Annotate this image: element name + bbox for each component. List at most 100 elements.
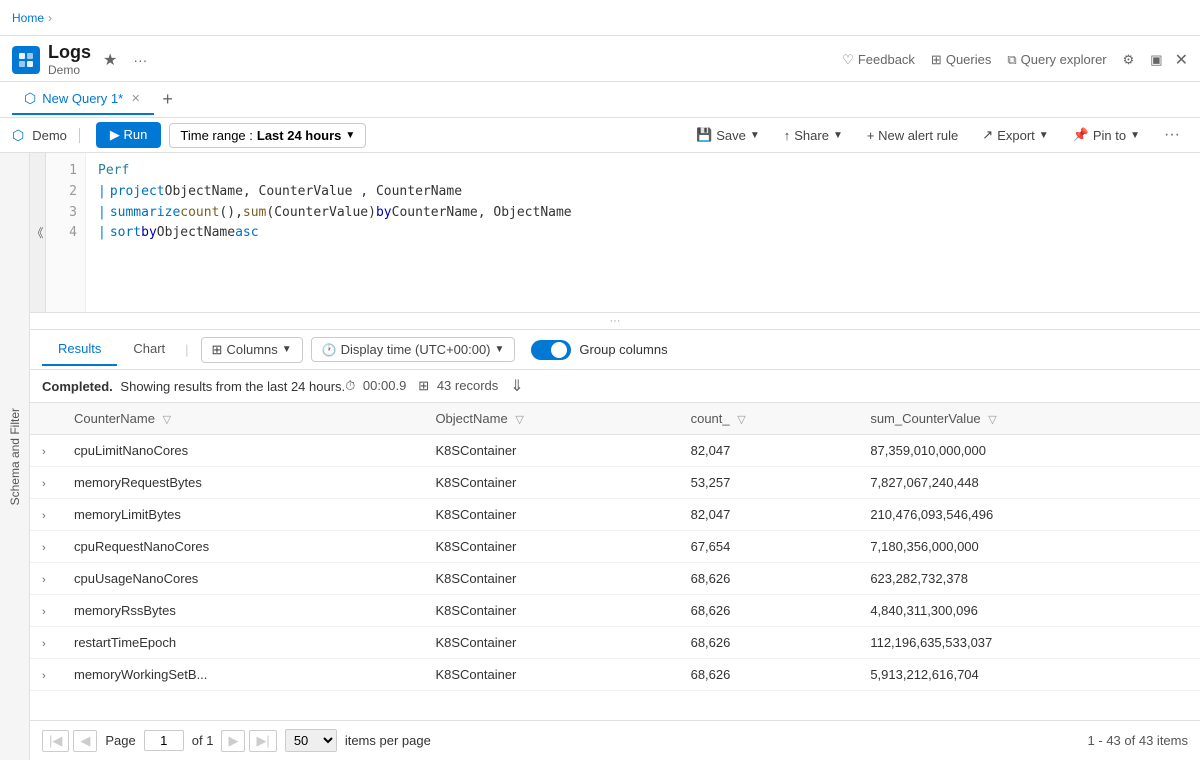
tab-chart[interactable]: Chart [117, 333, 181, 366]
close-button[interactable]: ✕ [1175, 50, 1188, 70]
export-icon: ↗ [982, 127, 993, 143]
export-button[interactable]: ↗ Export ▼ [974, 123, 1056, 147]
row-expand[interactable]: › [30, 499, 62, 531]
gear-icon: ⚙ [1123, 52, 1135, 68]
cell-counter-name: restartTimeEpoch [62, 627, 423, 659]
breadcrumb-home[interactable]: Home [12, 11, 44, 25]
row-expand[interactable]: › [30, 563, 62, 595]
editor-area: 《 1 2 3 4 Perf | project ObjectName, Cou… [30, 153, 1200, 313]
filter-counter-name-icon[interactable]: ▽ [163, 414, 171, 426]
tab-new-query-1[interactable]: ⬡ New Query 1* ✕ [12, 84, 154, 115]
cell-object-name: K8SContainer [423, 563, 678, 595]
save-button[interactable]: 💾 Save ▼ [688, 123, 768, 147]
cell-count: 68,626 [679, 563, 859, 595]
collapse-panel[interactable]: 《 [30, 153, 46, 312]
toolbar: ⬡ Demo ▶ Run Time range : Last 24 hours … [0, 118, 1200, 153]
run-button[interactable]: ▶ Run [96, 122, 161, 148]
settings-button[interactable]: ⚙ [1119, 50, 1139, 70]
line-numbers: 1 2 3 4 [46, 153, 86, 312]
display-time-button[interactable]: 🕐 Display time (UTC+00:00) ▼ [311, 337, 516, 362]
workspace-label: Demo [32, 128, 80, 143]
cell-object-name: K8SContainer [423, 499, 678, 531]
tab-label: New Query 1* [42, 91, 123, 106]
cell-object-name: K8SContainer [423, 659, 678, 691]
row-expand[interactable]: › [30, 595, 62, 627]
cell-sum-counter-value: 623,282,732,378 [858, 563, 1200, 595]
header-more-button[interactable]: ··· [129, 50, 151, 70]
row-expand[interactable]: › [30, 467, 62, 499]
filter-count-icon[interactable]: ▽ [737, 414, 745, 426]
status-meta: ⏱ 00:00.9 ⊞ 43 records ⇓ [345, 376, 524, 396]
pagination: |◀ ◀ Page of 1 ▶ ▶| 50 100 200 items per… [30, 720, 1200, 760]
last-page-button[interactable]: ▶| [249, 730, 276, 752]
table-row: › memoryRequestBytes K8SContainer 53,257… [30, 467, 1200, 499]
tab-bar: ⬡ New Query 1* ✕ + [0, 82, 1200, 118]
group-columns-toggle[interactable] [531, 340, 571, 360]
pin-icon: 📌 [1073, 127, 1089, 143]
sidebar-label: Schema and Filter [8, 408, 22, 505]
row-expand[interactable]: › [30, 531, 62, 563]
editor-divider[interactable]: ··· [30, 313, 1200, 330]
share-button[interactable]: ↑ Share ▼ [776, 124, 851, 147]
expand-all-button[interactable]: ⇓ [510, 376, 523, 396]
header-title: Logs [48, 42, 91, 63]
header-left: Logs Demo ★ ··· [12, 42, 151, 77]
table-header: CounterName ▽ ObjectName ▽ count_ ▽ [30, 403, 1200, 435]
time-range-label: Time range : [180, 128, 253, 143]
new-tab-button[interactable]: + [154, 89, 181, 110]
share-chevron-icon: ▼ [833, 130, 843, 141]
cell-count: 53,257 [679, 467, 859, 499]
table-row: › cpuLimitNanoCores K8SContainer 82,047 … [30, 435, 1200, 467]
cell-sum-counter-value: 5,913,212,616,704 [858, 659, 1200, 691]
code-line-1: Perf [98, 161, 1188, 182]
time-range-button[interactable]: Time range : Last 24 hours ▼ [169, 123, 366, 148]
page-range: 1 - 43 of 43 items [1088, 733, 1188, 748]
toolbar-more-button[interactable]: ··· [1156, 122, 1188, 148]
row-expand[interactable]: › [30, 659, 62, 691]
table-row: › memoryRssBytes K8SContainer 68,626 4,8… [30, 595, 1200, 627]
columns-button[interactable]: ⊞ Columns ▼ [201, 337, 303, 363]
per-page-select[interactable]: 50 100 200 [285, 729, 337, 752]
tab-results[interactable]: Results [42, 333, 117, 366]
collapse-icon: 《 [31, 224, 43, 241]
feedback-button[interactable]: ♡ Feedback [838, 50, 919, 70]
next-page-button[interactable]: ▶ [221, 730, 245, 752]
col-counter-name: CounterName ▽ [62, 403, 423, 435]
cell-sum-counter-value: 7,180,356,000,000 [858, 531, 1200, 563]
cell-count: 68,626 [679, 595, 859, 627]
tab-close-button[interactable]: ✕ [129, 92, 142, 105]
layout-icon: ▣ [1150, 52, 1162, 68]
filter-object-name-icon[interactable]: ▽ [515, 414, 523, 426]
cell-sum-counter-value: 7,827,067,240,448 [858, 467, 1200, 499]
of-label: of 1 [192, 733, 214, 748]
layout-button[interactable]: ▣ [1146, 50, 1166, 70]
favorite-button[interactable]: ★ [99, 48, 121, 72]
pin-button[interactable]: 📌 Pin to ▼ [1065, 123, 1148, 147]
header-actions: ♡ Feedback ⊞ Queries ⧉ Query explorer ⚙ … [838, 50, 1188, 70]
tab-separator: | [185, 342, 188, 357]
time-chevron-icon: ▼ [495, 344, 505, 355]
new-alert-button[interactable]: + New alert rule [859, 124, 966, 147]
row-expand[interactable]: › [30, 627, 62, 659]
share-icon: ↑ [784, 128, 791, 143]
filter-sum-icon[interactable]: ▽ [988, 414, 996, 426]
code-line-3: | summarize count (), sum (CounterValue)… [98, 203, 1188, 224]
query-explorer-button[interactable]: ⧉ Query explorer [1003, 50, 1110, 70]
prev-page-button[interactable]: ◀ [73, 730, 97, 752]
first-page-button[interactable]: |◀ [42, 730, 69, 752]
queries-button[interactable]: ⊞ Queries [927, 50, 995, 70]
row-expand[interactable]: › [30, 435, 62, 467]
cell-count: 82,047 [679, 435, 859, 467]
cell-object-name: K8SContainer [423, 627, 678, 659]
code-editor[interactable]: Perf | project ObjectName, CounterValue … [86, 153, 1200, 312]
cell-sum-counter-value: 87,359,010,000,000 [858, 435, 1200, 467]
cell-counter-name: cpuRequestNanoCores [62, 531, 423, 563]
page-input[interactable] [144, 730, 184, 751]
header-title-block: Logs Demo [48, 42, 91, 77]
sidebar[interactable]: Schema and Filter [0, 153, 30, 760]
tab-icon: ⬡ [24, 90, 36, 107]
status-text: Completed. Showing results from the last… [42, 379, 345, 394]
cell-counter-name: cpuUsageNanoCores [62, 563, 423, 595]
header: Logs Demo ★ ··· ♡ Feedback ⊞ Queries ⧉ Q… [0, 36, 1200, 82]
toggle-group: Group columns [531, 340, 667, 360]
